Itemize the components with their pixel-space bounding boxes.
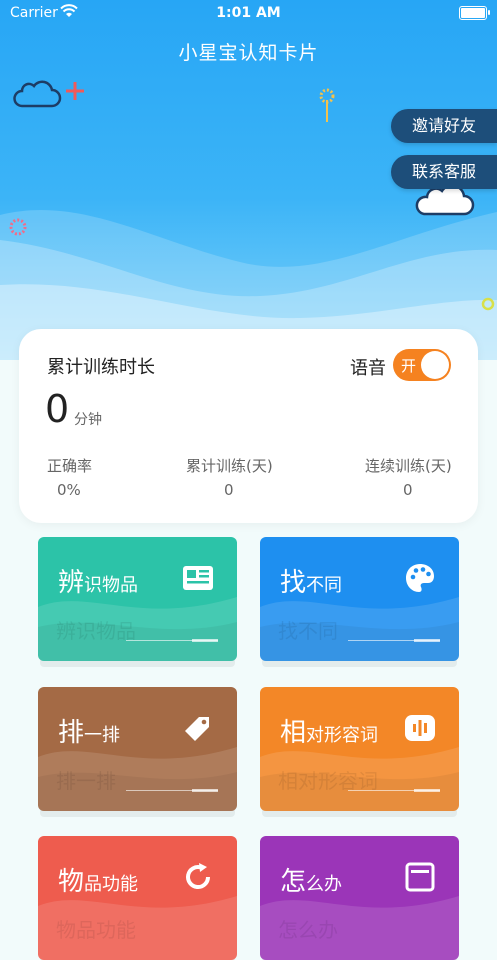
plus-sparkle-icon (66, 82, 84, 100)
status-time: 1:01 AM (216, 5, 281, 21)
voice-label: 语音 (350, 358, 386, 379)
tag-icon (185, 717, 209, 741)
newspaper-icon (183, 566, 213, 590)
palette-icon (406, 564, 434, 592)
page-title: 小星宝认知卡片 (178, 42, 319, 64)
tile-underline (126, 789, 218, 792)
tile-identify-objects[interactable]: 辨识物品 辨识物品 (38, 537, 237, 661)
card-icon (405, 862, 435, 892)
tile-title: 辨识物品 (58, 568, 139, 598)
tile-underline (126, 639, 218, 642)
streak-days-label: 连续训练(天) (365, 457, 452, 475)
total-time-value: 0 (45, 387, 70, 431)
tile-object-functions[interactable]: 物品功能 物品功能 (38, 836, 237, 960)
invite-friends-button[interactable]: 邀请好友 (391, 109, 497, 143)
cloud-icon (13, 80, 62, 108)
tile-ghost-text: 辨识物品 (56, 619, 136, 643)
flower-icon (319, 88, 335, 122)
accuracy-label: 正确率 (47, 457, 93, 475)
tile-ghost-text: 物品功能 (56, 918, 136, 942)
tile-title: 找不同 (280, 568, 343, 598)
tile-title: 物品功能 (58, 867, 139, 897)
status-bar: Carrier 1:01 AM (0, 0, 497, 26)
audio-icon (405, 715, 435, 741)
battery-icon (459, 6, 490, 20)
tile-underline (348, 639, 440, 642)
total-time-label: 累计训练时长 (47, 357, 155, 378)
tile-ghost-text: 排一排 (56, 769, 116, 793)
tile-title: 怎么办 (280, 867, 343, 897)
voice-toggle-text: 开 (401, 357, 417, 375)
contact-service-button[interactable]: 联系客服 (391, 155, 497, 189)
tile-relative-adjectives[interactable]: 相对形容词 相对形容词 (260, 687, 459, 811)
refresh-icon (186, 863, 211, 890)
tile-find-differences[interactable]: 找不同 找不同 (260, 537, 459, 661)
streak-days-value: 0 (403, 481, 413, 499)
tile-ghost-text: 找不同 (278, 619, 338, 643)
tile-sort[interactable]: 排一排 排一排 (38, 687, 237, 811)
tile-underline (348, 789, 440, 792)
stats-card: 累计训练时长 0 分钟 语音 开 正确率 0% 累计训练(天) 0 连续训练(天… (19, 329, 478, 523)
tile-title: 排一排 (58, 718, 121, 748)
tile-ghost-text: 怎么办 (278, 918, 338, 942)
training-days-label: 累计训练(天) (186, 457, 273, 475)
cloud-icon (415, 184, 475, 216)
voice-toggle[interactable]: 开 (393, 349, 451, 381)
total-time-unit: 分钟 (74, 412, 102, 428)
accuracy-value: 0% (57, 481, 81, 499)
tile-what-to-do[interactable]: 怎么办 怎么办 (260, 836, 459, 960)
tile-title: 相对形容词 (280, 718, 379, 748)
training-days-value: 0 (224, 481, 234, 499)
toggle-knob (421, 351, 449, 379)
